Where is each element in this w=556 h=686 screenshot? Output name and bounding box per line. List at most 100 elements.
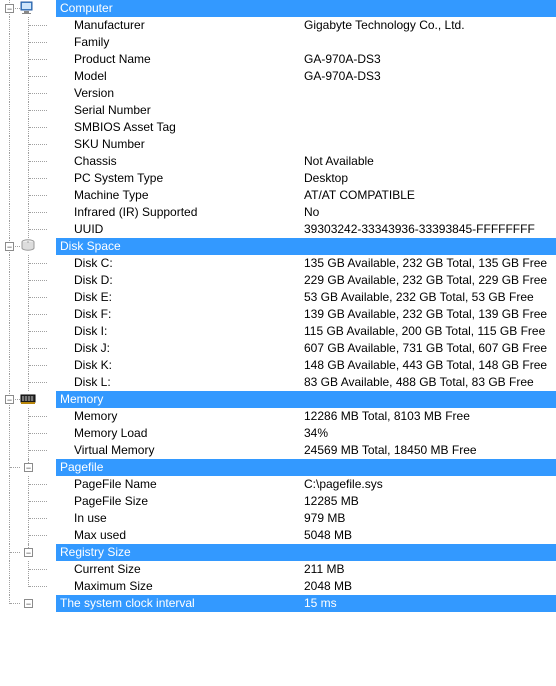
pagefile-prop-value: C:\pagefile.sys	[304, 476, 556, 493]
disk-prop-value: 607 GB Available, 731 GB Total, 607 GB F…	[304, 340, 556, 357]
computer-prop-label: Chassis	[74, 153, 304, 170]
collapse-toggle[interactable]: −	[5, 395, 14, 404]
collapse-toggle[interactable]: −	[24, 599, 33, 608]
section-memory-title: Memory	[60, 391, 304, 408]
computer-prop[interactable]: ChassisNot Available	[0, 153, 556, 170]
pagefile-prop[interactable]: Max used5048 MB	[0, 527, 556, 544]
disk-prop[interactable]: Disk E:53 GB Available, 232 GB Total, 53…	[0, 289, 556, 306]
pagefile-prop-label: Max used	[74, 527, 304, 544]
registry-prop[interactable]: Maximum Size2048 MB	[0, 578, 556, 595]
pagefile-prop-value: 5048 MB	[304, 527, 556, 544]
computer-prop-label: Version	[74, 85, 304, 102]
computer-prop-value	[304, 136, 556, 153]
disk-prop[interactable]: Disk D:229 GB Available, 232 GB Total, 2…	[0, 272, 556, 289]
pagefile-prop[interactable]: PageFile NameC:\pagefile.sys	[0, 476, 556, 493]
computer-prop[interactable]: Family	[0, 34, 556, 51]
section-pagefile-title: Pagefile	[60, 459, 304, 476]
disk-prop[interactable]: Disk C:135 GB Available, 232 GB Total, 1…	[0, 255, 556, 272]
computer-prop-label: PC System Type	[74, 170, 304, 187]
collapse-toggle[interactable]: −	[24, 463, 33, 472]
disk-prop[interactable]: Disk J:607 GB Available, 731 GB Total, 6…	[0, 340, 556, 357]
disk-prop-value: 148 GB Available, 443 GB Total, 148 GB F…	[304, 357, 556, 374]
disk-prop[interactable]: Disk I:115 GB Available, 200 GB Total, 1…	[0, 323, 556, 340]
computer-prop[interactable]: ModelGA-970A-DS3	[0, 68, 556, 85]
computer-prop[interactable]: SKU Number	[0, 136, 556, 153]
disk-prop-label: Disk C:	[74, 255, 304, 272]
pagefile-prop-label: PageFile Size	[74, 493, 304, 510]
disk-prop-label: Disk D:	[74, 272, 304, 289]
section-computer-header[interactable]: − Computer	[0, 0, 556, 17]
memory-icon	[20, 391, 36, 407]
computer-prop-value	[304, 34, 556, 51]
disk-prop-label: Disk E:	[74, 289, 304, 306]
computer-prop-value	[304, 102, 556, 119]
computer-prop-value	[304, 119, 556, 136]
computer-prop-label: SMBIOS Asset Tag	[74, 119, 304, 136]
computer-prop[interactable]: Version	[0, 85, 556, 102]
computer-prop-label: SKU Number	[74, 136, 304, 153]
section-disk-header[interactable]: −Disk Space	[0, 238, 556, 255]
disk-prop-label: Disk J:	[74, 340, 304, 357]
section-registry-header[interactable]: − Registry Size	[0, 544, 556, 561]
disk-prop-label: Disk F:	[74, 306, 304, 323]
computer-prop-value: Gigabyte Technology Co., Ltd.	[304, 17, 556, 34]
memory-prop-label: Virtual Memory	[74, 442, 304, 459]
pagefile-prop-value: 12285 MB	[304, 493, 556, 510]
disk-prop-label: Disk K:	[74, 357, 304, 374]
computer-prop-label: Model	[74, 68, 304, 85]
disk-prop-value: 139 GB Available, 232 GB Total, 139 GB F…	[304, 306, 556, 323]
computer-prop[interactable]: UUID39303242-33343936-33393845-FFFFFFFF	[0, 221, 556, 238]
disk-prop-label: Disk L:	[74, 374, 304, 391]
computer-prop[interactable]: Machine TypeAT/AT COMPATIBLE	[0, 187, 556, 204]
memory-prop[interactable]: Virtual Memory24569 MB Total, 18450 MB F…	[0, 442, 556, 459]
computer-icon	[20, 0, 36, 16]
disk-prop-label: Disk I:	[74, 323, 304, 340]
computer-prop[interactable]: PC System TypeDesktop	[0, 170, 556, 187]
memory-prop-label: Memory Load	[74, 425, 304, 442]
section-clock-value: 15 ms	[304, 595, 556, 612]
computer-prop-label: Family	[74, 34, 304, 51]
computer-prop[interactable]: Product NameGA-970A-DS3	[0, 51, 556, 68]
disk-prop[interactable]: Disk F:139 GB Available, 232 GB Total, 1…	[0, 306, 556, 323]
computer-prop-value: 39303242-33343936-33393845-FFFFFFFF	[304, 221, 556, 238]
pagefile-prop-label: In use	[74, 510, 304, 527]
collapse-toggle[interactable]: −	[5, 4, 14, 13]
computer-prop-value: No	[304, 204, 556, 221]
memory-prop-value: 24569 MB Total, 18450 MB Free	[304, 442, 556, 459]
computer-prop-value	[304, 85, 556, 102]
computer-prop-value: GA-970A-DS3	[304, 51, 556, 68]
pagefile-prop[interactable]: In use979 MB	[0, 510, 556, 527]
computer-prop-label: Infrared (IR) Supported	[74, 204, 304, 221]
section-computer-title: Computer	[60, 0, 304, 17]
section-clock-title: The system clock interval	[60, 595, 304, 612]
disk-prop-value: 53 GB Available, 232 GB Total, 53 GB Fre…	[304, 289, 556, 306]
computer-prop-label: UUID	[74, 221, 304, 238]
pagefile-prop-label: PageFile Name	[74, 476, 304, 493]
memory-prop[interactable]: Memory Load34%	[0, 425, 556, 442]
computer-prop[interactable]: Infrared (IR) SupportedNo	[0, 204, 556, 221]
pagefile-prop-value: 979 MB	[304, 510, 556, 527]
section-registry-title: Registry Size	[60, 544, 304, 561]
computer-prop-label: Serial Number	[74, 102, 304, 119]
computer-prop-label: Machine Type	[74, 187, 304, 204]
computer-prop[interactable]: Serial Number	[0, 102, 556, 119]
collapse-toggle[interactable]: −	[24, 548, 33, 557]
collapse-toggle[interactable]: −	[5, 242, 14, 251]
section-pagefile-header[interactable]: − Pagefile	[0, 459, 556, 476]
computer-prop-label: Manufacturer	[74, 17, 304, 34]
memory-prop[interactable]: Memory12286 MB Total, 8103 MB Free	[0, 408, 556, 425]
disk-prop[interactable]: Disk L:83 GB Available, 488 GB Total, 83…	[0, 374, 556, 391]
disk-prop[interactable]: Disk K:148 GB Available, 443 GB Total, 1…	[0, 357, 556, 374]
registry-prop-label: Maximum Size	[74, 578, 304, 595]
section-memory-header[interactable]: − Memory	[0, 391, 556, 408]
registry-prop-value: 2048 MB	[304, 578, 556, 595]
computer-prop-label: Product Name	[74, 51, 304, 68]
registry-prop-label: Current Size	[74, 561, 304, 578]
computer-prop[interactable]: ManufacturerGigabyte Technology Co., Ltd…	[0, 17, 556, 34]
computer-prop[interactable]: SMBIOS Asset Tag	[0, 119, 556, 136]
disk-prop-value: 83 GB Available, 488 GB Total, 83 GB Fre…	[304, 374, 556, 391]
registry-prop[interactable]: Current Size211 MB	[0, 561, 556, 578]
computer-prop-value: GA-970A-DS3	[304, 68, 556, 85]
section-clock-header[interactable]: − The system clock interval15 ms	[0, 595, 556, 612]
pagefile-prop[interactable]: PageFile Size12285 MB	[0, 493, 556, 510]
